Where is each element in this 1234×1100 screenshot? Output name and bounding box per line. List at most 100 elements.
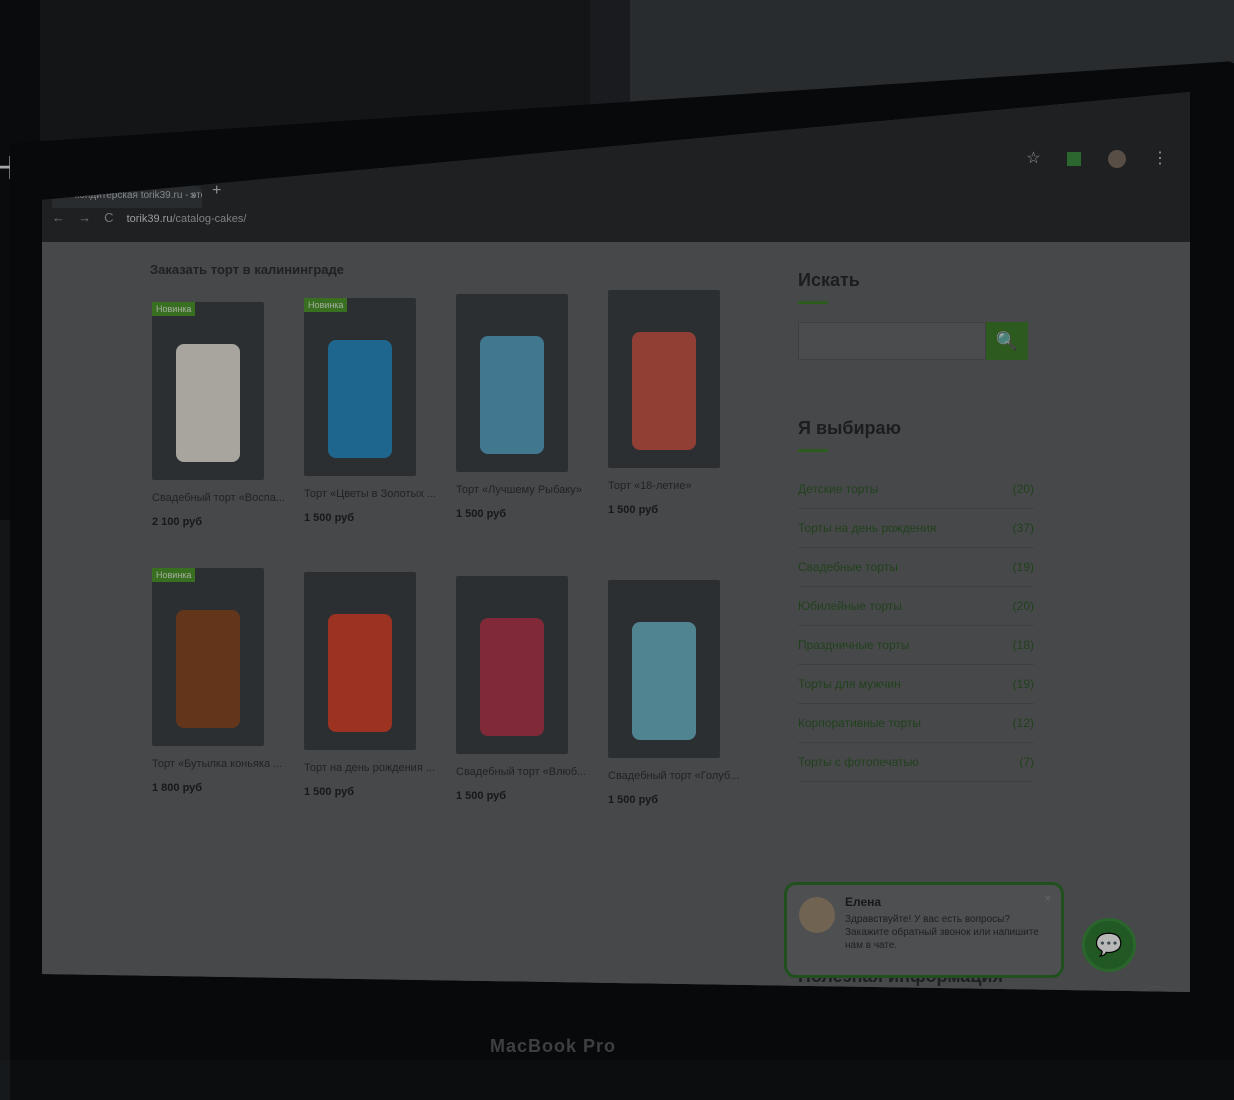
category-item[interactable]: Корпоративные торты (12) [798, 704, 1034, 743]
category-count: (20) [1012, 599, 1034, 613]
bookmark-star-icon[interactable]: ☆ [1026, 150, 1040, 167]
chat-popup[interactable]: Елена Здравствуйте! У вас есть вопросы? … [784, 882, 1064, 978]
laptop-brand-label: MacBook Pro [490, 1036, 617, 1056]
page-title: Заказать торт в калининграде [150, 262, 344, 277]
category-item[interactable]: Праздничные торты (18) [798, 626, 1034, 665]
product-card[interactable]: Новинка Свадебный торт «Воспа... 2 100 р… [152, 302, 292, 528]
search-icon[interactable]: 🔍 [986, 322, 1028, 360]
category-count: (19) [1012, 560, 1034, 574]
heading-underline [798, 301, 828, 304]
new-badge: Новинка [152, 568, 196, 582]
product-card[interactable]: Свадебный торт «Голуб... 1 500 руб [608, 580, 748, 806]
cake-illustration [480, 336, 544, 454]
address-bar[interactable]: ← → C torik39.ru/catalog-cakes/ [52, 210, 752, 236]
product-name[interactable]: Торт «18-летие» [608, 480, 744, 492]
web-page: Заказать торт в калининграде Новинка Сва… [42, 242, 1190, 992]
product-card[interactable]: Торт «Лучшему Рыбаку» 1 500 руб [456, 294, 596, 520]
product-card[interactable]: Торт на день рождения ... 1 500 руб [304, 572, 444, 798]
category-label: Торты на день рождения [798, 521, 937, 535]
cake-illustration [480, 618, 544, 736]
search-input[interactable] [798, 322, 986, 360]
category-count: (20) [1012, 482, 1034, 496]
background-window-frame [590, 0, 630, 110]
tab-close-icon[interactable]: × [190, 190, 196, 202]
new-tab-button[interactable]: + [212, 182, 221, 200]
category-item[interactable]: Юбилейные торты (20) [798, 587, 1034, 626]
category-count: (18) [1012, 638, 1034, 652]
category-label: Праздничные торты [798, 638, 910, 652]
product-image[interactable] [608, 290, 720, 468]
category-item[interactable]: Торты с фотопечатью (7) [798, 743, 1034, 782]
category-item[interactable]: Свадебные торты (19) [798, 548, 1034, 587]
product-price: 1 800 руб [152, 782, 203, 794]
product-price: 1 500 руб [456, 790, 507, 802]
category-label: Детские торты [798, 482, 879, 496]
operator-avatar [799, 897, 835, 933]
product-image[interactable] [456, 294, 568, 472]
cake-illustration [328, 614, 392, 732]
profile-avatar[interactable] [1107, 149, 1126, 168]
sidebar: Искать 🔍 Я выбираю Детские торты (20) Тор… [798, 270, 1034, 782]
cake-illustration [632, 622, 696, 740]
product-name[interactable]: Свадебный торт «Воспа... [152, 492, 288, 504]
category-item[interactable]: Детские торты (20) [798, 470, 1034, 509]
product-price: 1 500 руб [608, 504, 659, 516]
category-label: Торты для мужчин [798, 677, 901, 691]
operator-name: Елена [845, 895, 882, 909]
category-label: Юбилейные торты [798, 599, 902, 613]
url-path: /catalog-cakes/ [172, 213, 247, 225]
back-icon[interactable]: ← [52, 210, 65, 225]
heading-underline [798, 449, 828, 452]
product-card[interactable]: Новинка Торт «Цветы в Золотых ... 1 500 … [304, 298, 444, 524]
product-card[interactable]: Новинка Торт «Бутылка коньяка ... 1 800 … [152, 568, 292, 794]
category-count: (7) [1019, 755, 1034, 769]
product-image[interactable] [608, 580, 720, 758]
category-item[interactable]: Торты для мужчин (19) [798, 665, 1034, 704]
search-heading: Искать [798, 270, 860, 290]
product-price: 1 500 руб [456, 508, 507, 520]
product-price: 1 500 руб [608, 794, 659, 806]
close-icon[interactable]: × [1045, 893, 1051, 905]
category-label: Корпоративные торты [798, 716, 921, 730]
category-list: Детские торты (20) Торты на день рождения… [798, 470, 1034, 782]
laptop-screen: кондитерская torik39.ru - это × + ← → C … [42, 92, 1190, 992]
cake-illustration [176, 610, 240, 728]
search-form: 🔍 [798, 322, 1034, 360]
product-image[interactable]: Новинка [152, 302, 264, 480]
product-image[interactable] [304, 572, 416, 750]
product-price: 1 500 руб [304, 786, 355, 798]
category-count: (19) [1012, 677, 1034, 691]
url-text[interactable]: torik39.ru/catalog-cakes/ [127, 213, 247, 225]
product-price: 1 500 руб [304, 512, 355, 524]
product-image[interactable]: Новинка [152, 568, 264, 746]
category-label: Торты с фотопечатью [798, 755, 919, 769]
url-domain: torik39.ru [126, 213, 173, 225]
scroll-up-icon[interactable]: ↑ [1136, 986, 1178, 992]
chat-message: Здравствуйте! У вас есть вопросы? Закажи… [845, 914, 1039, 951]
product-name[interactable]: Свадебный торт «Влюб... [456, 766, 592, 778]
product-name[interactable]: Торт «Лучшему Рыбаку» [456, 484, 592, 496]
product-name[interactable]: Торт «Цветы в Золотых ... [304, 488, 440, 500]
extension-icon[interactable] [1067, 151, 1082, 166]
choose-heading: Я выбираю [798, 418, 901, 438]
product-name[interactable]: Торт «Бутылка коньяка ... [152, 758, 288, 770]
product-name[interactable]: Торт на день рождения ... [304, 762, 440, 774]
browser-toolbar-right: ☆ ⋮ [1004, 148, 1168, 168]
product-price: 2 100 руб [152, 516, 203, 528]
product-image[interactable] [456, 576, 568, 754]
category-count: (37) [1012, 521, 1034, 535]
category-item[interactable]: Торты на день рождения (37) [798, 509, 1034, 548]
browser-menu-icon[interactable]: ⋮ [1152, 150, 1168, 167]
product-card[interactable]: Свадебный торт «Влюб... 1 500 руб [456, 576, 596, 802]
new-badge: Новинка [152, 302, 196, 316]
product-card[interactable]: Торт «18-летие» 1 500 руб [608, 290, 748, 516]
product-name[interactable]: Свадебный торт «Голуб... [608, 770, 744, 782]
forward-icon[interactable]: → [78, 210, 91, 225]
product-image[interactable]: Новинка [304, 298, 416, 476]
cake-illustration [632, 332, 696, 450]
new-badge: Новинка [304, 298, 348, 312]
reload-icon[interactable]: C [104, 210, 113, 225]
chat-icon[interactable]: 💬 [1082, 918, 1136, 972]
cake-illustration [328, 340, 392, 458]
category-count: (12) [1012, 716, 1034, 730]
